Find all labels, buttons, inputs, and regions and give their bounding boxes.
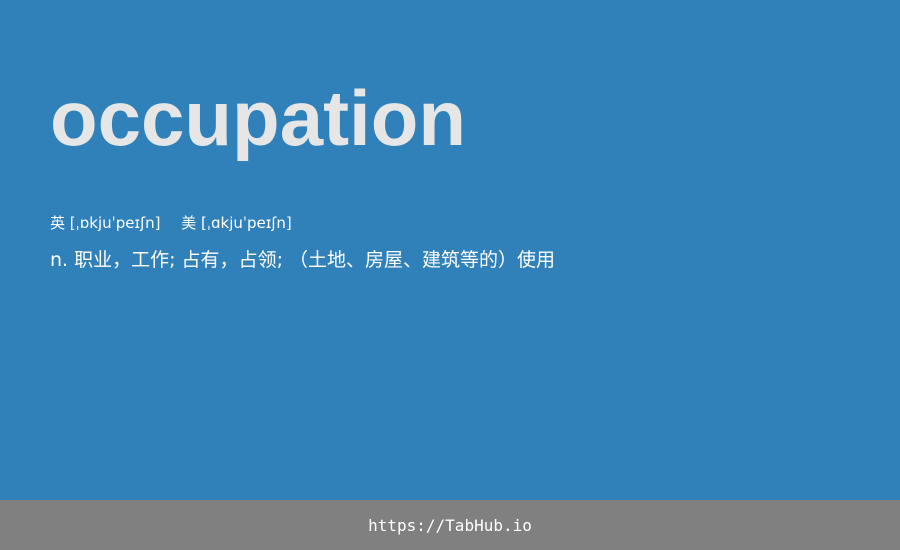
phonetics: 英 [ˌɒkjuˈpeɪʃn] 美 [ˌɑkjuˈpeɪʃn] [50, 213, 292, 233]
headword: occupation [50, 74, 467, 162]
word-card: occupation 英 [ˌɒkjuˈpeɪʃn] 美 [ˌɑkjuˈpeɪʃ… [0, 0, 900, 500]
definition: n. 职业，工作; 占有，占领; （土地、房屋、建筑等的）使用 [50, 249, 556, 271]
page: occupation 英 [ˌɒkjuˈpeɪʃn] 美 [ˌɑkjuˈpeɪʃ… [0, 0, 900, 550]
footer-link[interactable]: https://TabHub.io [368, 516, 532, 535]
us-phonetic: 美 [ˌɑkjuˈpeɪʃn] [181, 214, 292, 232]
footer: https://TabHub.io [0, 500, 900, 550]
uk-phonetic: 英 [ˌɒkjuˈpeɪʃn] [50, 214, 161, 232]
